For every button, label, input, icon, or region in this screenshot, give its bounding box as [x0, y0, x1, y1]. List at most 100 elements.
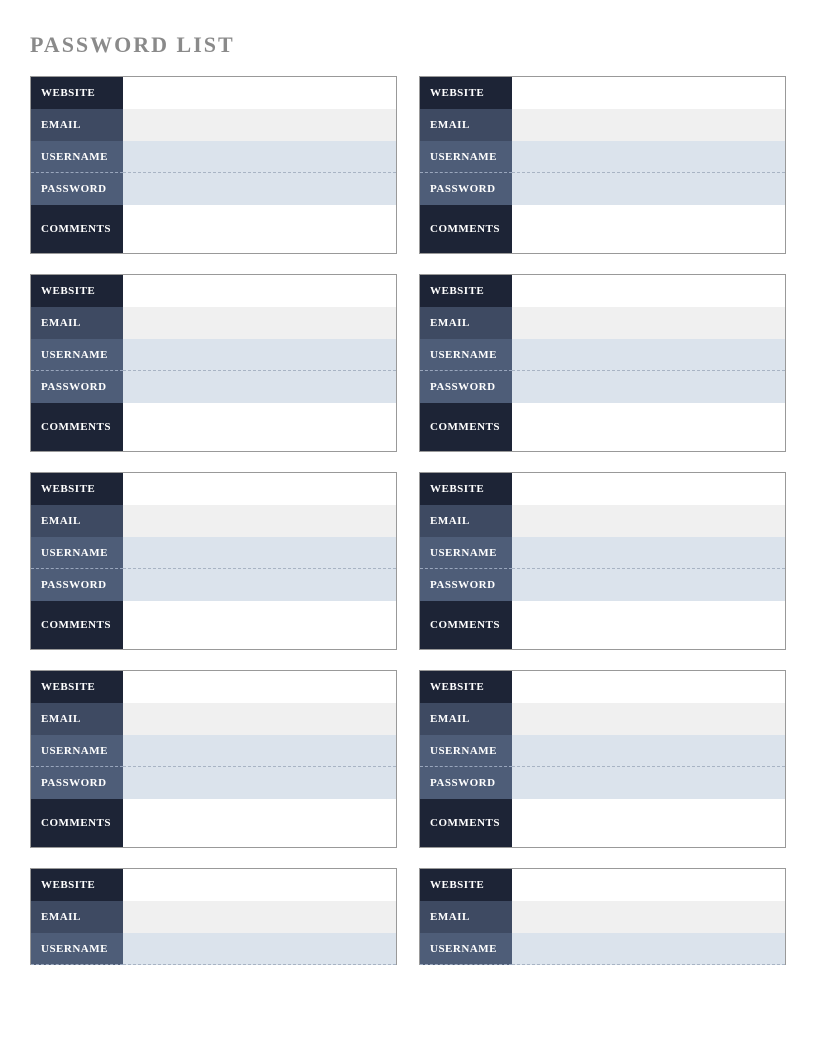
value-comments[interactable] — [512, 403, 785, 451]
label-email: EMAIL — [31, 505, 123, 537]
label-password: PASSWORD — [420, 173, 512, 205]
value-email[interactable] — [123, 901, 396, 933]
password-card: WEBSITE EMAIL USERNAME PASSWORD COMMENTS — [419, 472, 786, 650]
label-comments: COMMENTS — [31, 205, 123, 253]
label-website: WEBSITE — [31, 275, 123, 307]
password-card: WEBSITE EMAIL USERNAME — [419, 868, 786, 965]
value-password[interactable] — [512, 767, 785, 799]
label-email: EMAIL — [420, 703, 512, 735]
label-comments: COMMENTS — [420, 205, 512, 253]
value-username[interactable] — [512, 537, 785, 569]
value-password[interactable] — [512, 371, 785, 403]
value-username[interactable] — [512, 933, 785, 965]
label-username: USERNAME — [420, 933, 512, 965]
password-card: WEBSITE EMAIL USERNAME PASSWORD COMMENTS — [419, 274, 786, 452]
label-username: USERNAME — [31, 933, 123, 965]
label-username: USERNAME — [31, 735, 123, 767]
value-email[interactable] — [512, 901, 785, 933]
label-email: EMAIL — [31, 307, 123, 339]
label-email: EMAIL — [420, 901, 512, 933]
label-website: WEBSITE — [420, 275, 512, 307]
password-card: WEBSITE EMAIL USERNAME PASSWORD COMMENTS — [419, 670, 786, 848]
value-website[interactable] — [512, 473, 785, 505]
label-comments: COMMENTS — [420, 799, 512, 847]
label-comments: COMMENTS — [31, 403, 123, 451]
label-comments: COMMENTS — [31, 799, 123, 847]
label-website: WEBSITE — [31, 473, 123, 505]
value-website[interactable] — [512, 869, 785, 901]
value-comments[interactable] — [123, 205, 396, 253]
label-password: PASSWORD — [31, 767, 123, 799]
value-password[interactable] — [123, 173, 396, 205]
value-email[interactable] — [123, 307, 396, 339]
value-email[interactable] — [512, 307, 785, 339]
label-password: PASSWORD — [31, 173, 123, 205]
label-username: USERNAME — [31, 537, 123, 569]
label-email: EMAIL — [420, 109, 512, 141]
label-website: WEBSITE — [420, 671, 512, 703]
label-website: WEBSITE — [31, 671, 123, 703]
value-email[interactable] — [123, 703, 396, 735]
value-password[interactable] — [123, 767, 396, 799]
value-email[interactable] — [123, 109, 396, 141]
value-comments[interactable] — [512, 601, 785, 649]
value-password[interactable] — [123, 371, 396, 403]
value-email[interactable] — [512, 703, 785, 735]
label-email: EMAIL — [420, 307, 512, 339]
label-email: EMAIL — [31, 901, 123, 933]
value-username[interactable] — [123, 735, 396, 767]
label-website: WEBSITE — [420, 77, 512, 109]
value-username[interactable] — [512, 735, 785, 767]
label-password: PASSWORD — [420, 767, 512, 799]
value-website[interactable] — [512, 671, 785, 703]
label-password: PASSWORD — [420, 569, 512, 601]
password-card-grid: WEBSITE EMAIL USERNAME PASSWORD COMMENTS… — [30, 76, 787, 965]
label-email: EMAIL — [31, 703, 123, 735]
value-comments[interactable] — [123, 403, 396, 451]
value-comments[interactable] — [123, 799, 396, 847]
value-comments[interactable] — [123, 601, 396, 649]
label-comments: COMMENTS — [31, 601, 123, 649]
value-username[interactable] — [123, 339, 396, 371]
password-card: WEBSITE EMAIL USERNAME — [30, 868, 397, 965]
label-website: WEBSITE — [31, 77, 123, 109]
label-password: PASSWORD — [31, 569, 123, 601]
value-password[interactable] — [512, 173, 785, 205]
value-website[interactable] — [123, 869, 396, 901]
value-username[interactable] — [512, 141, 785, 173]
value-password[interactable] — [123, 569, 396, 601]
label-password: PASSWORD — [420, 371, 512, 403]
label-username: USERNAME — [420, 141, 512, 173]
value-website[interactable] — [512, 77, 785, 109]
label-comments: COMMENTS — [420, 601, 512, 649]
value-website[interactable] — [123, 77, 396, 109]
label-website: WEBSITE — [420, 473, 512, 505]
value-comments[interactable] — [512, 799, 785, 847]
value-website[interactable] — [123, 671, 396, 703]
password-card: WEBSITE EMAIL USERNAME PASSWORD COMMENTS — [30, 670, 397, 848]
label-username: USERNAME — [31, 339, 123, 371]
value-email[interactable] — [512, 505, 785, 537]
password-card: WEBSITE EMAIL USERNAME PASSWORD COMMENTS — [30, 472, 397, 650]
password-card: WEBSITE EMAIL USERNAME PASSWORD COMMENTS — [30, 274, 397, 452]
value-website[interactable] — [123, 473, 396, 505]
label-username: USERNAME — [420, 735, 512, 767]
value-comments[interactable] — [512, 205, 785, 253]
label-password: PASSWORD — [31, 371, 123, 403]
label-email: EMAIL — [31, 109, 123, 141]
value-website[interactable] — [512, 275, 785, 307]
value-username[interactable] — [123, 141, 396, 173]
value-email[interactable] — [512, 109, 785, 141]
value-username[interactable] — [123, 933, 396, 965]
label-username: USERNAME — [420, 339, 512, 371]
value-website[interactable] — [123, 275, 396, 307]
label-comments: COMMENTS — [420, 403, 512, 451]
value-username[interactable] — [123, 537, 396, 569]
label-username: USERNAME — [31, 141, 123, 173]
password-card: WEBSITE EMAIL USERNAME PASSWORD COMMENTS — [419, 76, 786, 254]
label-username: USERNAME — [420, 537, 512, 569]
label-website: WEBSITE — [31, 869, 123, 901]
value-email[interactable] — [123, 505, 396, 537]
value-username[interactable] — [512, 339, 785, 371]
value-password[interactable] — [512, 569, 785, 601]
